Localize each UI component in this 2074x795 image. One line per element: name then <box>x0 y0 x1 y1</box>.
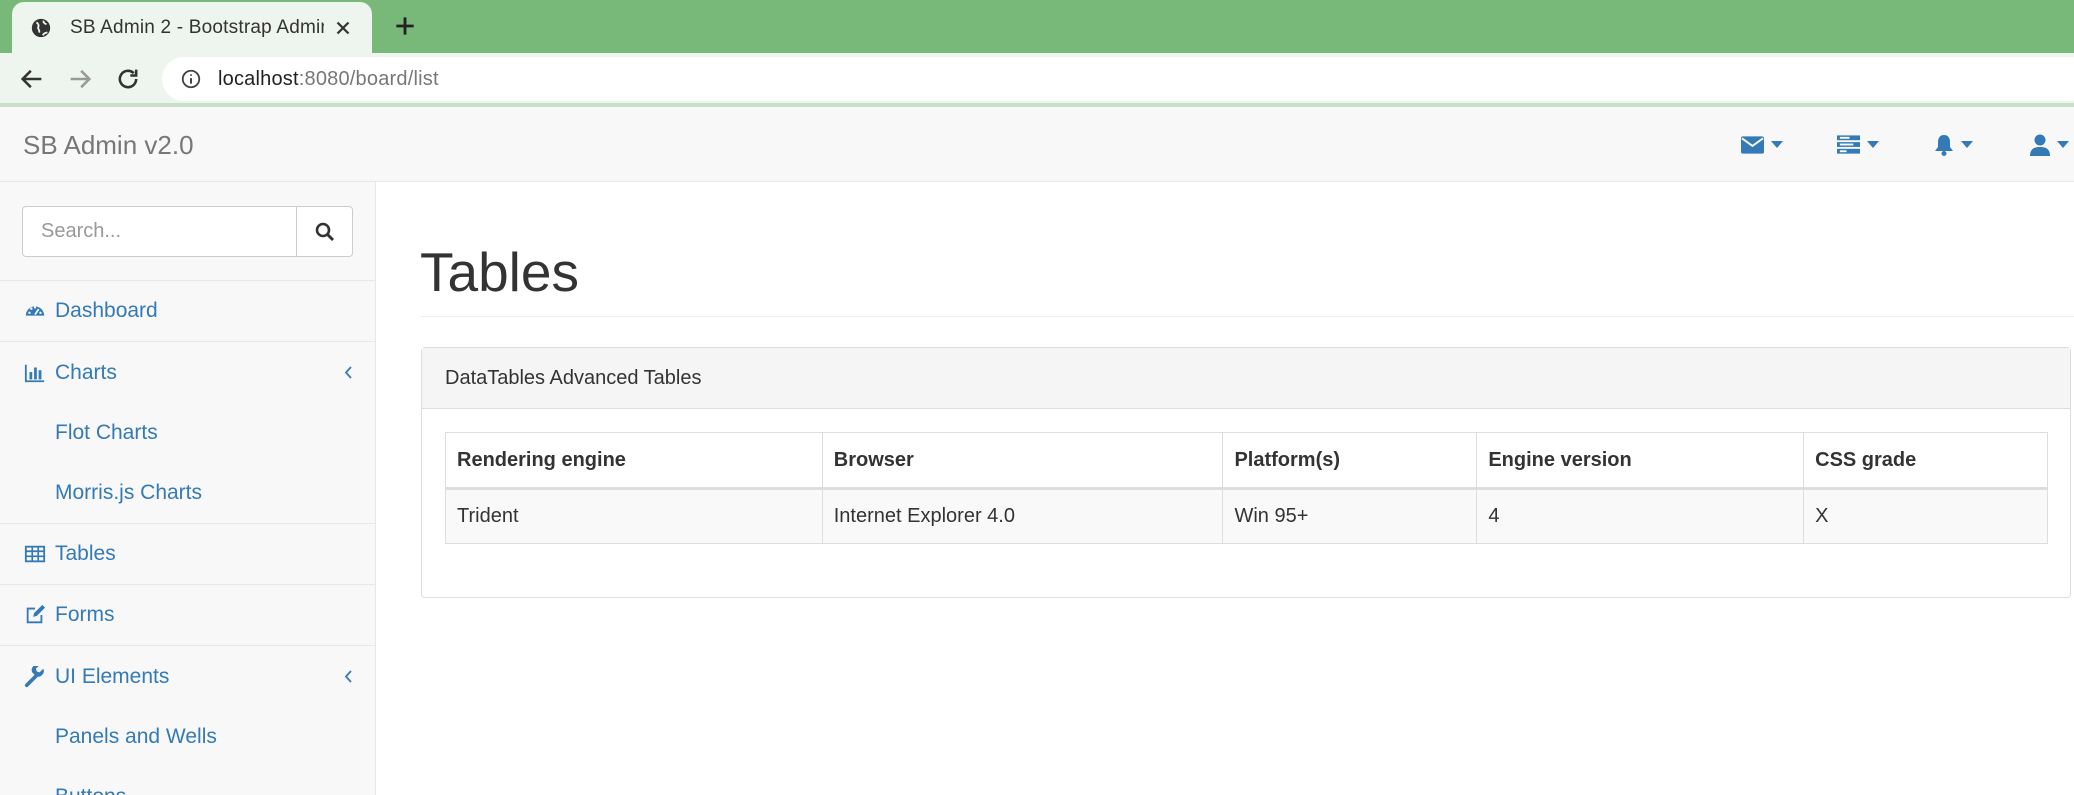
alerts-dropdown[interactable] <box>1934 132 1973 158</box>
sidebar-item-label: Forms <box>55 603 115 626</box>
column-header[interactable]: Browser <box>821 432 1224 490</box>
search-icon <box>315 222 334 241</box>
sidebar-subitem-label: Buttons <box>55 785 126 795</box>
forward-arrow-icon[interactable] <box>66 65 94 93</box>
sidebar-item-charts[interactable]: Charts <box>0 342 375 403</box>
top-navbar: SB Admin v2.0 <box>0 107 2074 182</box>
sidebar-group-charts: Charts Flot Charts Morris.js Charts <box>0 342 375 524</box>
caret-down-icon <box>2057 141 2069 148</box>
sidebar: Dashboard Charts Flot Charts Morris.js C… <box>0 182 376 795</box>
wrench-icon <box>24 665 44 687</box>
browser-toolbar: localhost:8080/board/list <box>0 53 2074 105</box>
bell-icon <box>1935 135 1953 156</box>
back-arrow-icon[interactable] <box>18 65 46 93</box>
sidebar-subitem-label: Panels and Wells <box>55 725 217 748</box>
column-header[interactable]: Engine version <box>1476 432 1805 490</box>
caret-down-icon <box>1961 141 1973 148</box>
column-header[interactable]: CSS grade <box>1803 432 2048 490</box>
sidebar-item-label: Tables <box>55 542 116 565</box>
table-cell: Trident <box>445 488 823 544</box>
sidebar-subitem-label: Flot Charts <box>55 421 158 444</box>
table-cell: Internet Explorer 4.0 <box>821 488 1224 544</box>
info-icon[interactable] <box>180 68 202 90</box>
sidebar-group-ui-elements: UI Elements Panels and Wells Buttons <box>0 646 375 795</box>
user-dropdown[interactable] <box>2030 132 2069 158</box>
reload-icon[interactable] <box>114 65 142 93</box>
bar-chart-icon <box>24 364 45 382</box>
data-table: Rendering engine Browser Platform(s) Eng… <box>445 432 2048 544</box>
sidebar-item-forms[interactable]: Forms <box>0 585 375 646</box>
tasks-icon <box>1837 135 1860 154</box>
sidebar-subitem-panels-wells[interactable]: Panels and Wells <box>0 707 375 767</box>
column-header[interactable]: Rendering engine <box>445 432 823 490</box>
title-divider <box>420 316 2074 317</box>
messages-dropdown[interactable] <box>1741 132 1783 158</box>
edit-icon <box>26 604 46 624</box>
table-cell: 4 <box>1476 488 1805 544</box>
sidebar-item-label: Dashboard <box>55 299 158 322</box>
search-input[interactable] <box>22 206 297 257</box>
new-tab-icon[interactable] <box>392 13 418 39</box>
url-path: :8080/board/list <box>298 67 439 90</box>
brand-title[interactable]: SB Admin v2.0 <box>23 130 194 161</box>
table-cell: Win 95+ <box>1222 488 1478 544</box>
caret-down-icon <box>1867 141 1879 148</box>
sidebar-item-ui-elements[interactable]: UI Elements <box>0 646 375 707</box>
sidebar-search <box>0 182 375 281</box>
caret-down-icon <box>1771 141 1783 148</box>
url-text: localhost:8080/board/list <box>218 68 439 91</box>
url-host: localhost <box>218 67 299 90</box>
chevron-left-icon <box>344 366 352 379</box>
user-icon <box>2030 134 2050 156</box>
sidebar-subitem-flot-charts[interactable]: Flot Charts <box>0 403 375 463</box>
address-bar[interactable]: localhost:8080/board/list <box>162 57 2074 101</box>
browser-tab[interactable]: SB Admin 2 - Bootstrap Admin <box>12 2 372 53</box>
table-icon <box>24 545 46 563</box>
sidebar-subitem-label: Morris.js Charts <box>55 481 203 504</box>
browser-tab-title: SB Admin 2 - Bootstrap Admin <box>70 16 324 38</box>
browser-tabstrip: SB Admin 2 - Bootstrap Admin <box>0 0 2074 53</box>
envelope-icon <box>1741 136 1764 154</box>
sidebar-item-label: UI Elements <box>55 664 170 688</box>
search-button[interactable] <box>296 206 353 257</box>
close-icon[interactable] <box>332 17 354 39</box>
chevron-left-icon <box>344 670 352 683</box>
table-header-row: Rendering engine Browser Platform(s) Eng… <box>445 432 2048 490</box>
datatables-panel: DataTables Advanced Tables Rendering eng… <box>421 347 2071 598</box>
tasks-dropdown[interactable] <box>1837 132 1879 158</box>
sidebar-item-tables[interactable]: Tables <box>0 524 375 585</box>
page-title: Tables <box>420 241 579 303</box>
sidebar-subitem-morris-charts[interactable]: Morris.js Charts <box>0 463 375 523</box>
globe-icon <box>31 18 51 37</box>
sidebar-subitem-buttons[interactable]: Buttons <box>0 767 375 795</box>
sidebar-item-dashboard[interactable]: Dashboard <box>0 281 375 342</box>
panel-heading: DataTables Advanced Tables <box>422 348 2070 409</box>
column-header[interactable]: Platform(s) <box>1222 432 1478 490</box>
dashboard-icon <box>25 306 45 316</box>
sidebar-item-label: Charts <box>55 360 117 384</box>
table-cell: X <box>1803 488 2048 544</box>
table-row: Trident Internet Explorer 4.0 Win 95+ 4 … <box>445 488 2048 544</box>
